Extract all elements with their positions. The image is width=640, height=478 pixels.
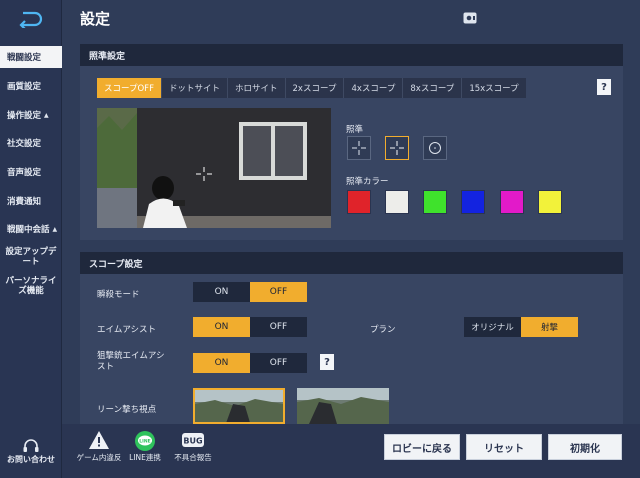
aim-assist-toggle: ON OFF [193, 317, 307, 337]
report-violation-label: ゲーム内違反 [76, 453, 122, 462]
contact-button[interactable]: お問い合わせ [0, 438, 62, 465]
plan-toggle: オリジナル 射撃 [464, 317, 578, 337]
crosshair-icon [352, 141, 366, 155]
tab-dot-sight[interactable]: ドットサイト [162, 78, 228, 98]
lean-view-label: リーン撃ち視点 [97, 405, 157, 415]
aim-assist-label: エイムアシスト [97, 325, 156, 335]
sidebar-item-settings-update[interactable]: 設定アップデート [0, 245, 62, 269]
sidebar-item-label: パーソナライズ機能 [5, 276, 57, 296]
reset-button[interactable]: リセット [466, 434, 542, 460]
color-swatch-red[interactable] [347, 190, 371, 214]
help-button[interactable]: ? [597, 79, 611, 95]
sidebar-item-label: 戦闘中会話 [7, 225, 50, 235]
sidebar-item-graphics[interactable]: 画質設定 [0, 76, 62, 96]
quick-kill-label: 瞬殺モード [97, 290, 140, 300]
expand-arrow-icon: ▲ [44, 111, 49, 119]
scope-settings-header: スコープ設定 [80, 252, 623, 274]
preview-scene-image [97, 108, 331, 228]
sidebar-item-label: 操作設定 [7, 111, 42, 121]
line-icon: LINE [135, 431, 155, 451]
color-swatch-magenta[interactable] [500, 190, 524, 214]
lean-preview-image [195, 390, 283, 422]
svg-text:BUG: BUG [183, 437, 202, 446]
back-button[interactable] [12, 8, 48, 30]
sidebar-item-label: 設定アップデート [5, 247, 57, 267]
sniper-assist-off-option[interactable]: OFF [250, 353, 307, 373]
svg-text:LINE: LINE [139, 439, 150, 445]
reticle-label: 照準 [346, 125, 364, 135]
sniper-assist-label: 狙撃銃エイムアシスト [97, 351, 165, 372]
plan-shoot-option[interactable]: 射撃 [521, 317, 578, 337]
reticle-preview [97, 108, 331, 228]
lean-option-2[interactable] [297, 388, 389, 424]
expand-arrow-icon: ▲ [52, 225, 58, 233]
tab-holo-sight[interactable]: ホロサイト [228, 78, 286, 98]
headset-icon [23, 439, 39, 452]
plan-label: プラン [370, 325, 396, 335]
sidebar-item-audio[interactable]: 音声設定 [0, 162, 62, 182]
aim-assist-on-option[interactable]: ON [193, 317, 250, 337]
tab-2x-scope[interactable]: 2xスコープ [286, 78, 345, 98]
tab-8x-scope[interactable]: 8xスコープ [403, 78, 463, 98]
scope-settings-title: スコープ設定 [89, 259, 143, 270]
aim-assist-off-option[interactable]: OFF [250, 317, 307, 337]
bug-report-button[interactable]: BUG 不具合報告 [170, 430, 216, 463]
sidebar-item-label: 消費通知 [7, 197, 42, 207]
sidebar-item-combat[interactable]: 戦闘設定 [0, 46, 62, 68]
record-icon[interactable] [463, 12, 477, 24]
reticle-option-3[interactable] [423, 136, 447, 160]
sidebar-item-label: 社交設定 [7, 139, 42, 149]
lean-preview-image [297, 388, 389, 424]
plan-original-option[interactable]: オリジナル [464, 317, 521, 337]
sniper-assist-help-button[interactable]: ? [320, 354, 334, 370]
aim-settings-header: 照準設定 [80, 44, 623, 66]
sidebar-item-controls[interactable]: 操作設定 ▲ [0, 105, 62, 125]
warning-icon [89, 431, 109, 449]
reticle-option-2[interactable] [385, 136, 409, 160]
line-link-label: LINE連携 [129, 453, 161, 462]
tab-15x-scope[interactable]: 15xスコープ [462, 78, 525, 98]
bug-report-label: 不具合報告 [174, 453, 212, 462]
quick-kill-on-option[interactable]: ON [193, 282, 250, 302]
quick-kill-off-option[interactable]: OFF [250, 282, 307, 302]
sniper-assist-toggle: ON OFF [193, 353, 307, 373]
sidebar-item-purchase[interactable]: 消費通知 [0, 191, 62, 211]
color-swatch-green[interactable] [423, 190, 447, 214]
color-swatch-white[interactable] [385, 190, 409, 214]
sidebar-item-label: 画質設定 [7, 82, 42, 92]
quick-kill-toggle: ON OFF [193, 282, 307, 302]
scope-tabs: スコープOFF ドットサイト ホロサイト 2xスコープ 4xスコープ 8xスコー… [97, 78, 526, 98]
sidebar-item-label: 音声設定 [7, 168, 42, 178]
sidebar: 戦闘設定 画質設定 操作設定 ▲ 社交設定 音声設定 消費通知 戦闘中会話 ▲ … [0, 0, 62, 478]
initialize-button[interactable]: 初期化 [548, 434, 622, 460]
circle-reticle-icon [429, 142, 441, 154]
sidebar-item-personalize[interactable]: パーソナライズ機能 [0, 274, 62, 298]
tab-4x-scope[interactable]: 4xスコープ [344, 78, 404, 98]
back-arrow-icon [19, 11, 43, 28]
reticle-option-1[interactable] [347, 136, 371, 160]
report-violation-button[interactable]: ゲーム内違反 [72, 430, 126, 463]
color-swatch-yellow[interactable] [538, 190, 562, 214]
sidebar-item-voice-chat[interactable]: 戦闘中会話 ▲ [0, 219, 62, 239]
line-link-button[interactable]: LINE LINE連携 [122, 430, 168, 463]
page-title: 設定 [80, 10, 111, 28]
aim-settings-title: 照準設定 [89, 51, 126, 62]
sidebar-item-label: 戦闘設定 [7, 53, 42, 63]
reticle-color-label: 照準カラー [346, 177, 389, 187]
color-swatch-blue[interactable] [461, 190, 485, 214]
sidebar-item-social[interactable]: 社交設定 [0, 133, 62, 153]
sniper-assist-on-option[interactable]: ON [193, 353, 250, 373]
contact-label: お問い合わせ [7, 455, 55, 464]
crosshair-icon [390, 141, 404, 155]
return-lobby-button[interactable]: ロビーに戻る [384, 434, 460, 460]
tab-scope-off[interactable]: スコープOFF [97, 78, 162, 98]
bug-icon: BUG [182, 433, 204, 447]
lean-option-1[interactable] [193, 388, 285, 424]
